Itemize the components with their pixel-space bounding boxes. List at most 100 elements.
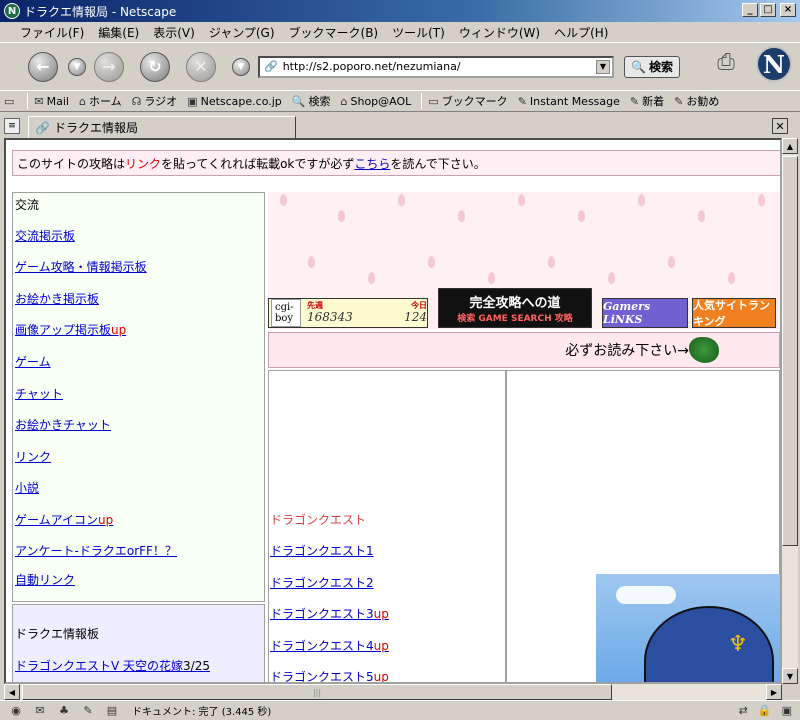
bookmark-instant-message[interactable]: ✎ Instant Message (518, 95, 620, 108)
kanzen-kouryaku-banner[interactable]: 完全攻略への道 検索 GAME SEARCH 攻略 (438, 288, 592, 328)
scroll-right-icon[interactable]: ▶ (766, 684, 782, 700)
netscape-throbber-icon[interactable]: N (756, 46, 792, 82)
horizontal-scroll-thumb[interactable]: ||| (22, 684, 612, 700)
left-nav-link[interactable]: 交流掲示板 (15, 227, 75, 244)
tab-title: ドラクエ情報局 (53, 121, 138, 135)
bookmark-recommend[interactable]: ✎ お勧め (674, 93, 719, 109)
petal-decoration (548, 256, 555, 268)
left-nav-link[interactable]: アンケート-ドラクエorFF！？ (15, 542, 177, 559)
address-book-icon[interactable]: ▤ (104, 704, 120, 718)
url-text[interactable]: http://s2.poporo.net/nezumiana/ (283, 60, 461, 73)
left-nav-link[interactable]: お絵かきチャット (15, 416, 111, 433)
left-nav-link[interactable]: ゲームアイコンup (15, 511, 113, 528)
menu-view[interactable]: 表示(V) (147, 24, 203, 41)
tabs-menu-button[interactable]: ▭ (4, 95, 17, 108)
menu-bookmarks[interactable]: ブックマーク(B) (283, 24, 387, 41)
popup-icon[interactable]: ▣ (782, 704, 792, 717)
left-nav-link[interactable]: 小説 (15, 479, 39, 496)
vertical-scroll-thumb[interactable] (782, 156, 798, 546)
menu-window[interactable]: ウィンドウ(W) (453, 24, 548, 41)
dq-link[interactable]: ドラゴンクエスト4up (270, 637, 389, 654)
left-nav-link[interactable]: 自動リンク (15, 571, 75, 588)
bookmark-label: Netscape.co.jp (200, 94, 282, 108)
back-button[interactable]: ← (28, 51, 58, 82)
close-button[interactable]: × (780, 3, 796, 17)
scroll-up-icon[interactable]: ▲ (782, 138, 798, 154)
left-nav-link[interactable]: ゲーム (15, 353, 51, 370)
vertical-scrollbar[interactable]: ▲ ▼ (782, 138, 798, 684)
search-icon: 🔍 (291, 94, 306, 108)
menu-file[interactable]: ファイル(F) (14, 24, 92, 41)
dq-link[interactable]: ドラゴンクエスト3up (270, 605, 389, 622)
minimize-button[interactable]: _ (742, 3, 758, 17)
slime-icon[interactable] (689, 337, 719, 363)
gamers-label: Gamers LiNKS (603, 300, 651, 326)
scroll-left-icon[interactable]: ◀ (4, 684, 20, 700)
menu-go[interactable]: ジャンプ(G) (203, 24, 283, 41)
left-nav-link[interactable]: ゲーム攻略・情報掲示板 (15, 258, 147, 275)
left-nav-link[interactable]: 画像アップ掲示板up (15, 321, 126, 338)
petal-decoration (368, 272, 375, 284)
left-nav-link[interactable]: リンク (15, 448, 51, 465)
menu-edit[interactable]: 編集(E) (92, 24, 147, 41)
back-history-dropdown[interactable]: ▼ (68, 57, 86, 76)
bookmark-label: Mail (46, 94, 69, 108)
connection-icon[interactable]: ⇄ (739, 704, 748, 717)
tab-active[interactable]: 🔗 ドラクエ情報局 (28, 116, 296, 138)
magnifier-icon: 🔍 (631, 59, 646, 74)
maximize-button[interactable]: □ (760, 3, 776, 17)
bookmark-radio[interactable]: ☊ ラジオ (132, 93, 178, 109)
counter-total: 168343 (307, 309, 353, 324)
bookmark-mail[interactable]: ✉ Mail (34, 95, 69, 108)
bookmark-search[interactable]: 🔍 検索 (292, 93, 331, 109)
dq-link[interactable]: ドラゴンクエスト1 (270, 542, 374, 559)
menu-bar: ファイル(F) 編集(E) 表示(V) ジャンプ(G) ブックマーク(B) ツー… (0, 22, 800, 42)
dq-link[interactable]: ドラゴンクエスト5up (270, 668, 389, 682)
aim-icon[interactable]: ♣ (56, 704, 72, 718)
petal-decoration (638, 194, 645, 206)
url-dropdown-icon[interactable]: ▼ (596, 59, 610, 74)
security-icon[interactable]: 🔒 (758, 704, 772, 717)
info-board-link[interactable]: ドラゴンクエストV 天空の花嫁3/25 (15, 657, 210, 674)
bookmark-netscape[interactable]: ▣ Netscape.co.jp (187, 95, 282, 108)
petal-decoration (428, 256, 435, 268)
bookmark-folder[interactable]: ▭ ブックマーク (428, 93, 507, 109)
forward-button[interactable]: → (94, 51, 124, 82)
notice-link[interactable]: こちら (354, 155, 390, 172)
menu-tools[interactable]: ツール(T) (386, 24, 453, 41)
my-netscape-icon: ▣ (187, 94, 198, 108)
close-tab-button[interactable]: ✕ (772, 118, 788, 134)
navigator-icon[interactable]: ◉ (8, 704, 24, 718)
url-history-dropdown-button[interactable]: ▼ (232, 57, 250, 76)
menu-help[interactable]: ヘルプ(H) (548, 24, 616, 41)
composer-icon[interactable]: ✎ (80, 704, 96, 718)
petal-decoration (608, 272, 615, 284)
ranking-banner[interactable]: 人気サイトランキング (692, 298, 776, 328)
petal-decoration (308, 256, 315, 268)
search-button[interactable]: 🔍 検索 (624, 55, 680, 78)
stop-icon: ✕ (194, 57, 208, 76)
dq-link[interactable]: ドラゴンクエスト2 (270, 574, 374, 591)
mail-icon[interactable]: ✉ (32, 704, 48, 718)
petal-decoration (398, 194, 405, 206)
url-bar[interactable]: 🔗 http://s2.poporo.net/nezumiana/ ▼ (258, 55, 614, 78)
reload-button[interactable]: ↻ (140, 51, 170, 82)
search-button-label: 検索 (648, 60, 673, 74)
bookmark-new[interactable]: ✎ 新着 (630, 93, 664, 109)
access-counter-banner[interactable]: cgi-boy 先週 今日 168343 124 (268, 298, 428, 328)
petal-decoration (578, 210, 585, 222)
scroll-down-icon[interactable]: ▼ (782, 668, 798, 684)
print-icon[interactable]: ⎙ (712, 48, 740, 76)
gamers-links-banner[interactable]: Gamers LiNKS (602, 298, 688, 328)
sidebar-toggle-icon[interactable]: ≡ (4, 118, 20, 134)
bookmark-home[interactable]: ⌂ ホーム (79, 93, 122, 109)
left-nav-link[interactable]: チャット (15, 385, 63, 402)
horizontal-scrollbar[interactable]: ◀ ||| ▶ (4, 684, 782, 700)
bookmark-label: ラジオ (144, 95, 178, 108)
left-nav-link[interactable]: お絵かき掲示板 (15, 290, 99, 307)
bookmark-label: Shop@AOL (350, 94, 412, 108)
bookmark-shop[interactable]: ⌂ Shop@AOL (341, 95, 412, 108)
counter-values: 先週 今日 168343 124 (307, 301, 427, 324)
notice-text: このサイトの攻略は (17, 156, 126, 171)
stop-button[interactable]: ✕ (186, 51, 216, 82)
